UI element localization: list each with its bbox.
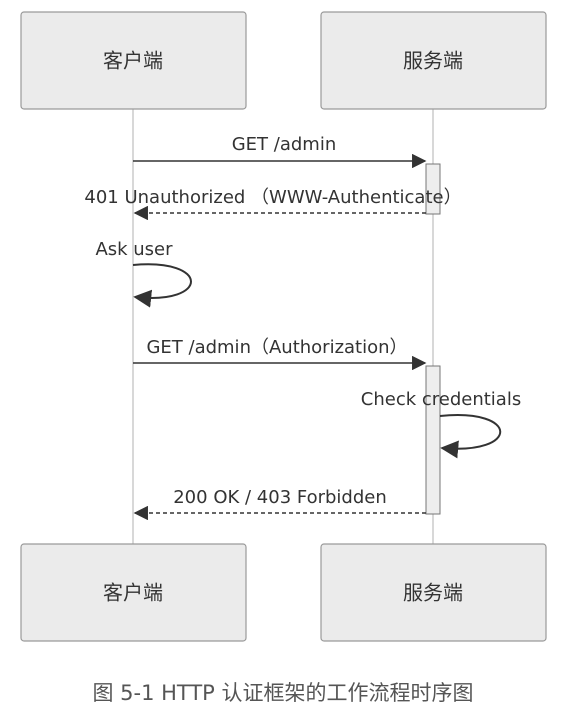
message-4-label: GET /admin（Authorization） <box>146 337 407 358</box>
server-actor-top-label: 服务端 <box>403 49 463 73</box>
client-actor-bottom-label: 客户端 <box>103 581 163 605</box>
figure-caption: 图 5-1 HTTP 认证框架的工作流程时序图 <box>92 681 473 705</box>
sequence-diagram: 客户端 服务端 GET /admin 401 Unauthorized （WWW… <box>20 11 547 705</box>
message-1-label: GET /admin <box>232 134 337 155</box>
server-actor-bottom: 服务端 <box>320 543 547 642</box>
server-actor-top: 服务端 <box>320 11 547 110</box>
message-5-label: Check credentials <box>361 389 521 410</box>
client-actor-top: 客户端 <box>20 11 247 110</box>
client-actor-top-label: 客户端 <box>103 49 163 73</box>
message-3-loop <box>132 263 192 308</box>
message-2-label: 401 Unauthorized （WWW-Authenticate） <box>84 187 461 208</box>
message-6-label: 200 OK / 403 Forbidden <box>173 487 387 508</box>
client-actor-bottom: 客户端 <box>20 543 247 642</box>
server-actor-bottom-label: 服务端 <box>403 581 463 605</box>
message-5-loop <box>439 414 502 459</box>
message-3-label: Ask user <box>95 239 173 260</box>
